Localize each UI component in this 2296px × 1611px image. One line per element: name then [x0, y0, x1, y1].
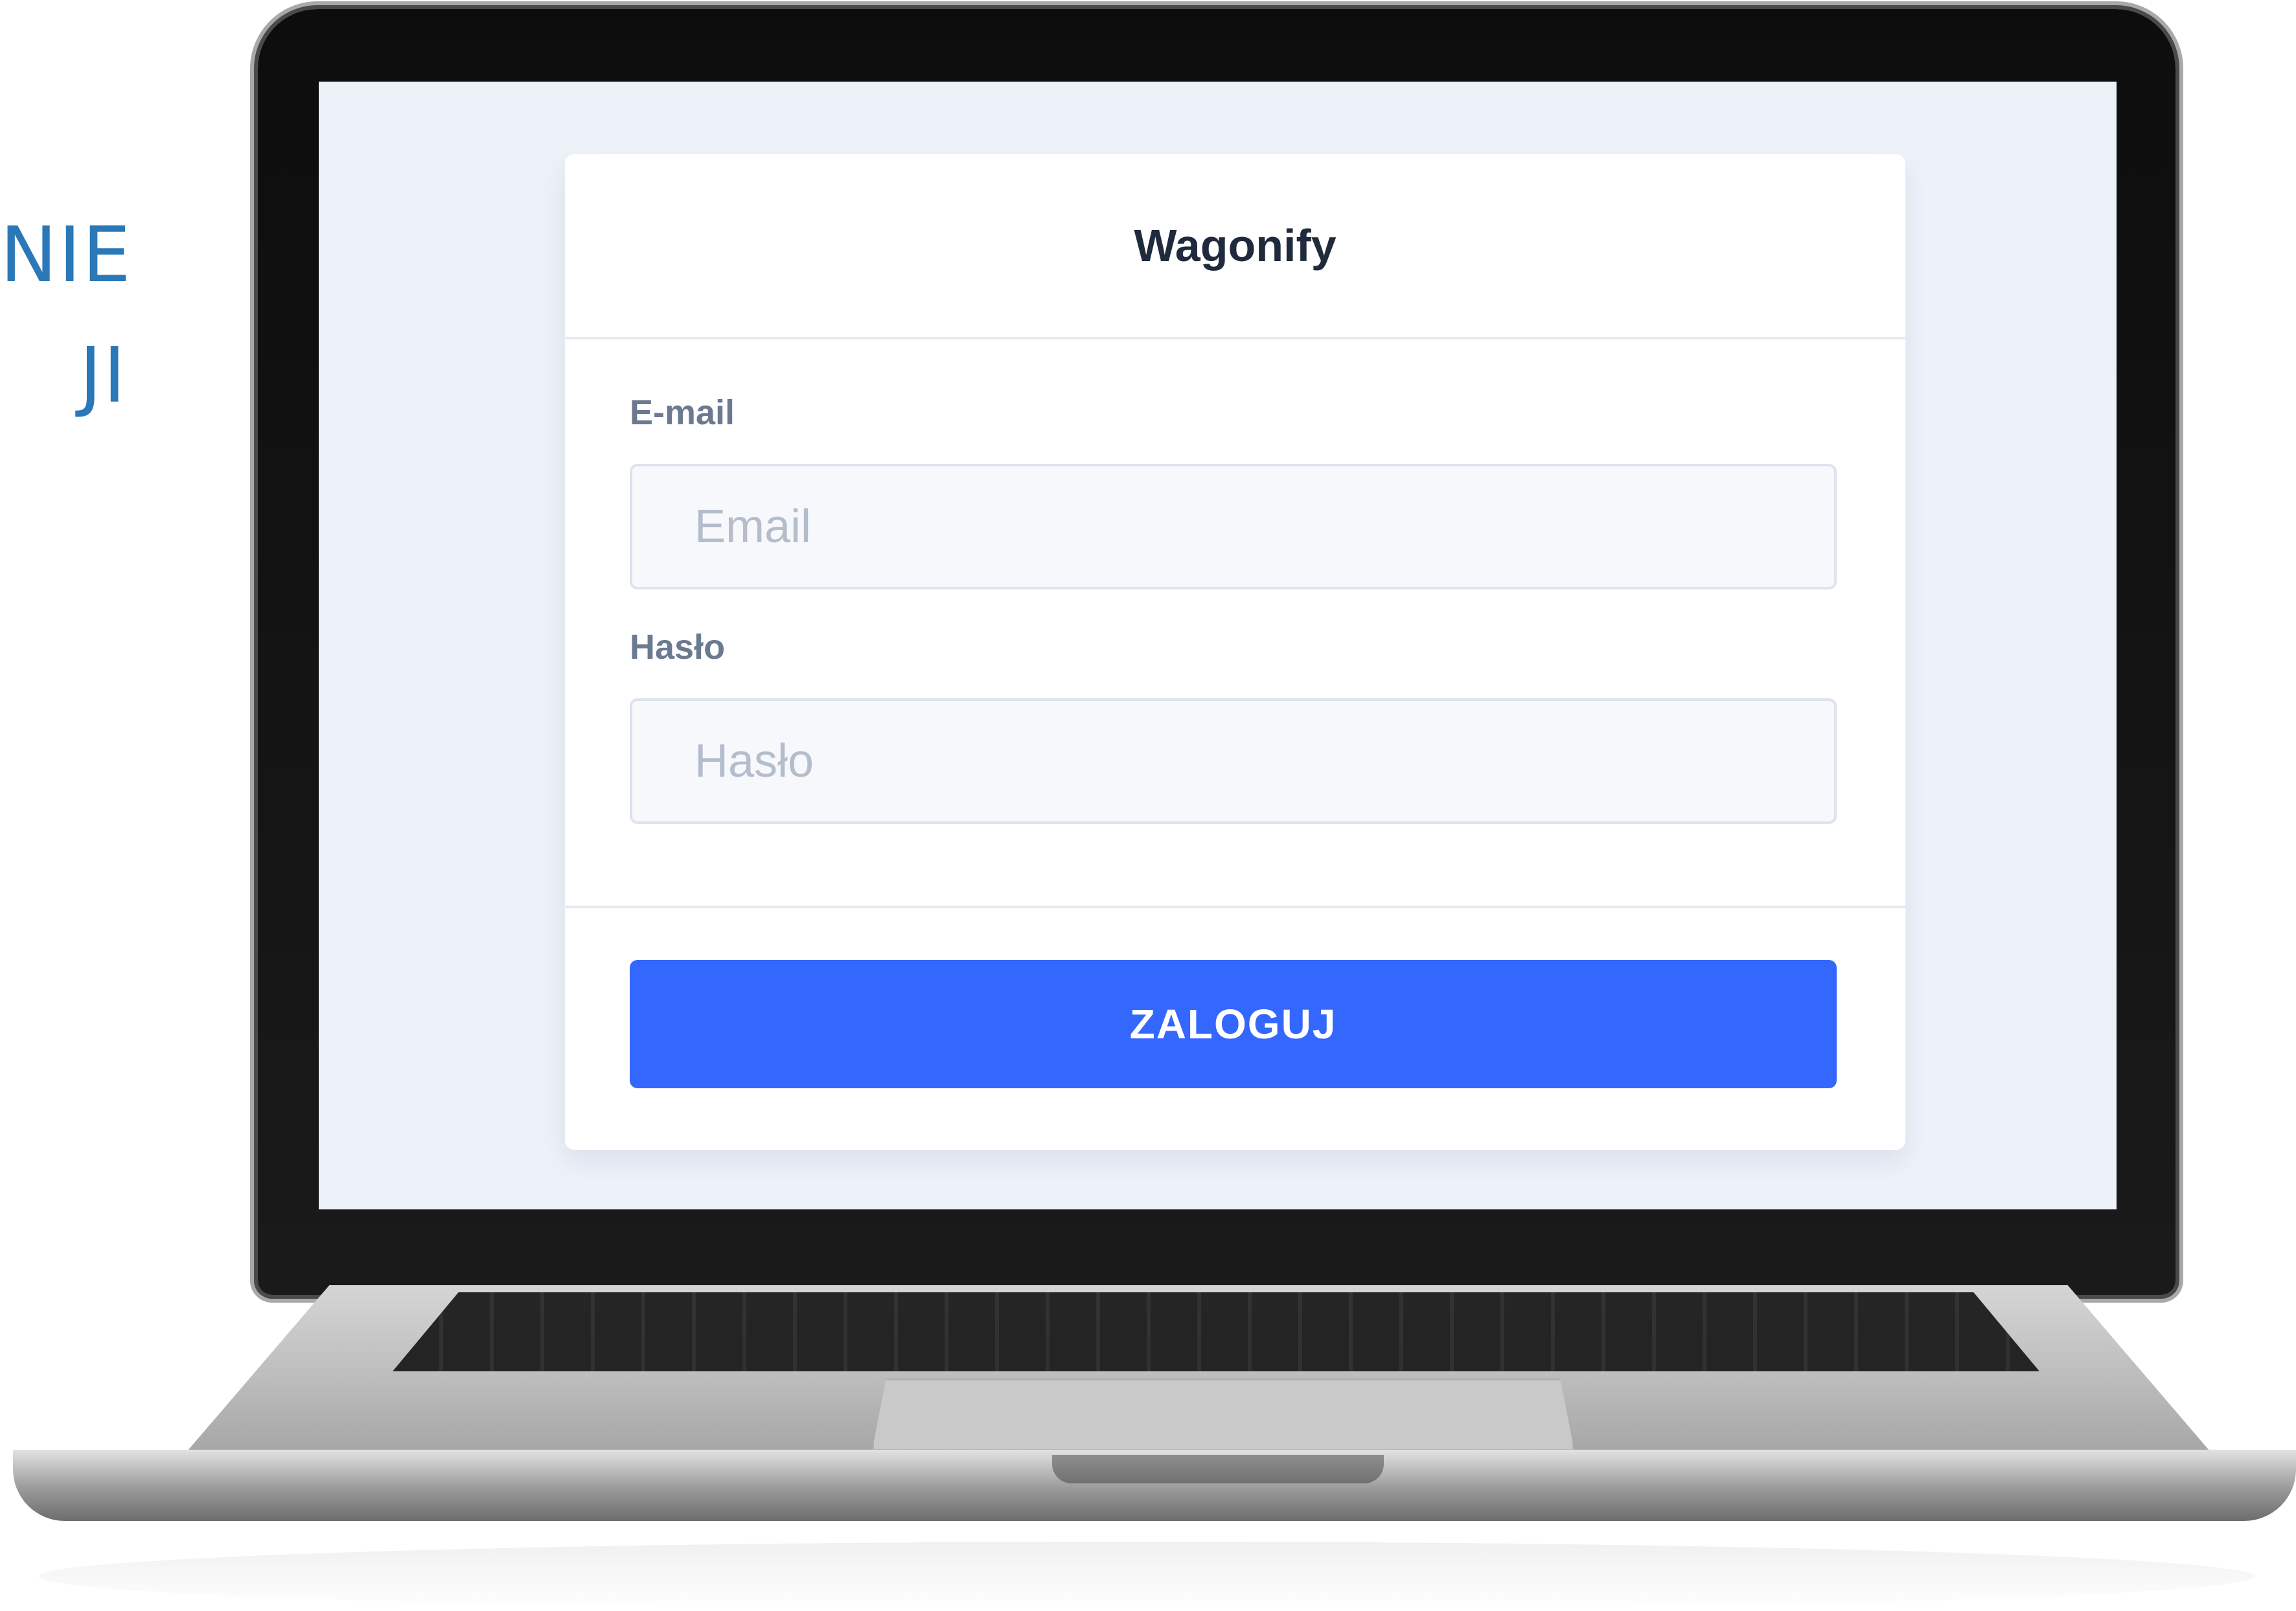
laptop-opening-notch: [1052, 1455, 1384, 1483]
laptop-keyboard: [393, 1292, 2039, 1371]
laptop-trackpad: [872, 1378, 1574, 1451]
email-label: E-mail: [630, 393, 735, 432]
login-button[interactable]: ZALOGUJ: [630, 960, 1837, 1088]
login-card: Wagonify E-mail Hasło ZALOGUJ: [565, 154, 1905, 1150]
app-title: Wagonify: [1134, 220, 1337, 271]
password-field[interactable]: [630, 698, 1837, 824]
login-card-footer: ZALOGUJ: [565, 908, 1905, 1088]
email-field[interactable]: [630, 464, 1837, 589]
login-form: E-mail Hasło: [565, 339, 1905, 824]
laptop-mockup: Wagonify E-mail Hasło ZALOGUJ: [0, 0, 2296, 1611]
laptop-screen: Wagonify E-mail Hasło ZALOGUJ: [319, 82, 2117, 1209]
password-label: Hasło: [630, 628, 726, 667]
laptop-reflection: [39, 1542, 2255, 1611]
login-card-header: Wagonify: [565, 154, 1905, 339]
